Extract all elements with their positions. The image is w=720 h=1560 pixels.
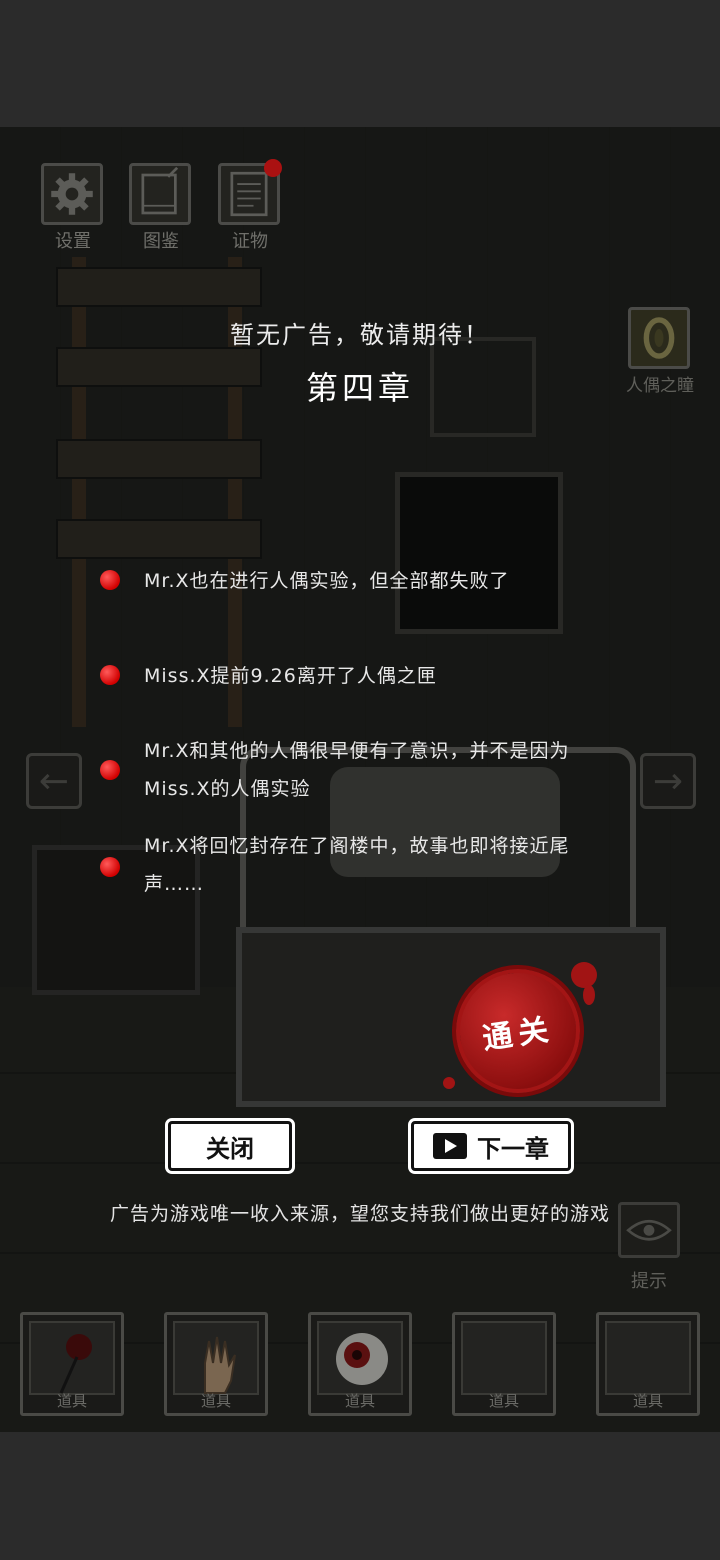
inventory-slot[interactable]: 道具 <box>596 1312 700 1416</box>
completion-seal: 通关 <box>447 960 589 1102</box>
next-chapter-label: 下一章 <box>477 1134 549 1163</box>
seal-text: 通关 <box>480 1012 557 1057</box>
blood-drop <box>583 985 595 1005</box>
status-bar <box>0 0 720 127</box>
inventory-label: 道具 <box>344 1392 375 1410</box>
inventory-label: 道具 <box>56 1392 87 1410</box>
inventory-slot[interactable]: 道具 <box>308 1312 412 1416</box>
rose-icon <box>59 1334 92 1394</box>
inventory-slot[interactable]: 道具 <box>452 1312 556 1416</box>
list-item-text: Mr.X和其他的人偶很早便有了意识，并不是因为Miss.X的人偶实验 <box>144 740 570 800</box>
inventory-slot-frame <box>461 1321 547 1395</box>
hand-icon <box>204 1336 236 1394</box>
red-bullet-icon <box>100 857 120 877</box>
inventory-label: 道具 <box>632 1392 663 1410</box>
red-bullet-icon <box>100 570 120 590</box>
inventory-slot-frame <box>29 1321 115 1395</box>
list-item-text: Mr.X将回忆封存在了阁楼中，故事也即将接近尾声…… <box>144 835 570 895</box>
chapter-title: 第四章 <box>305 369 414 407</box>
inventory-slot[interactable]: 道具 <box>20 1312 124 1416</box>
navigation-bar <box>0 1432 720 1560</box>
video-play-icon <box>433 1133 467 1159</box>
close-button-label: 关闭 <box>206 1134 254 1163</box>
inventory-label: 道具 <box>200 1392 231 1410</box>
eyeball-icon <box>336 1333 388 1385</box>
list-item-text: Mr.X也在进行人偶实验，但全部都失败了 <box>144 570 510 592</box>
inventory-slot[interactable]: 道具 <box>164 1312 268 1416</box>
blood-drop <box>443 1077 455 1089</box>
ad-footer-text: 广告为游戏唯一收入来源，望您支持我们做出更好的游戏 <box>109 1203 610 1225</box>
red-bullet-icon <box>100 665 120 685</box>
blood-drop <box>571 962 597 988</box>
inventory-slot-frame <box>173 1321 259 1395</box>
inventory-label: 道具 <box>488 1392 519 1410</box>
chapter-complete-dialog: 暂无广告，敬请期待！ 第四章 Mr.X也在进行人偶实验，但全部都失败了 Miss… <box>0 127 720 1307</box>
close-button[interactable]: 关闭 <box>168 1121 292 1171</box>
red-bullet-icon <box>100 760 120 780</box>
game-screen: 设置 图鉴 证物 人偶之瞳 ← → 提示 道具 道具 道具 道具 道具 暂无广告… <box>0 127 720 1432</box>
next-chapter-button[interactable]: 下一章 <box>411 1121 571 1171</box>
list-item-text: Miss.X提前9.26离开了人偶之匣 <box>144 665 437 687</box>
inventory-slot-frame <box>317 1321 403 1395</box>
inventory-slot-frame <box>605 1321 691 1395</box>
ad-notice: 暂无广告，敬请期待！ <box>230 321 490 349</box>
